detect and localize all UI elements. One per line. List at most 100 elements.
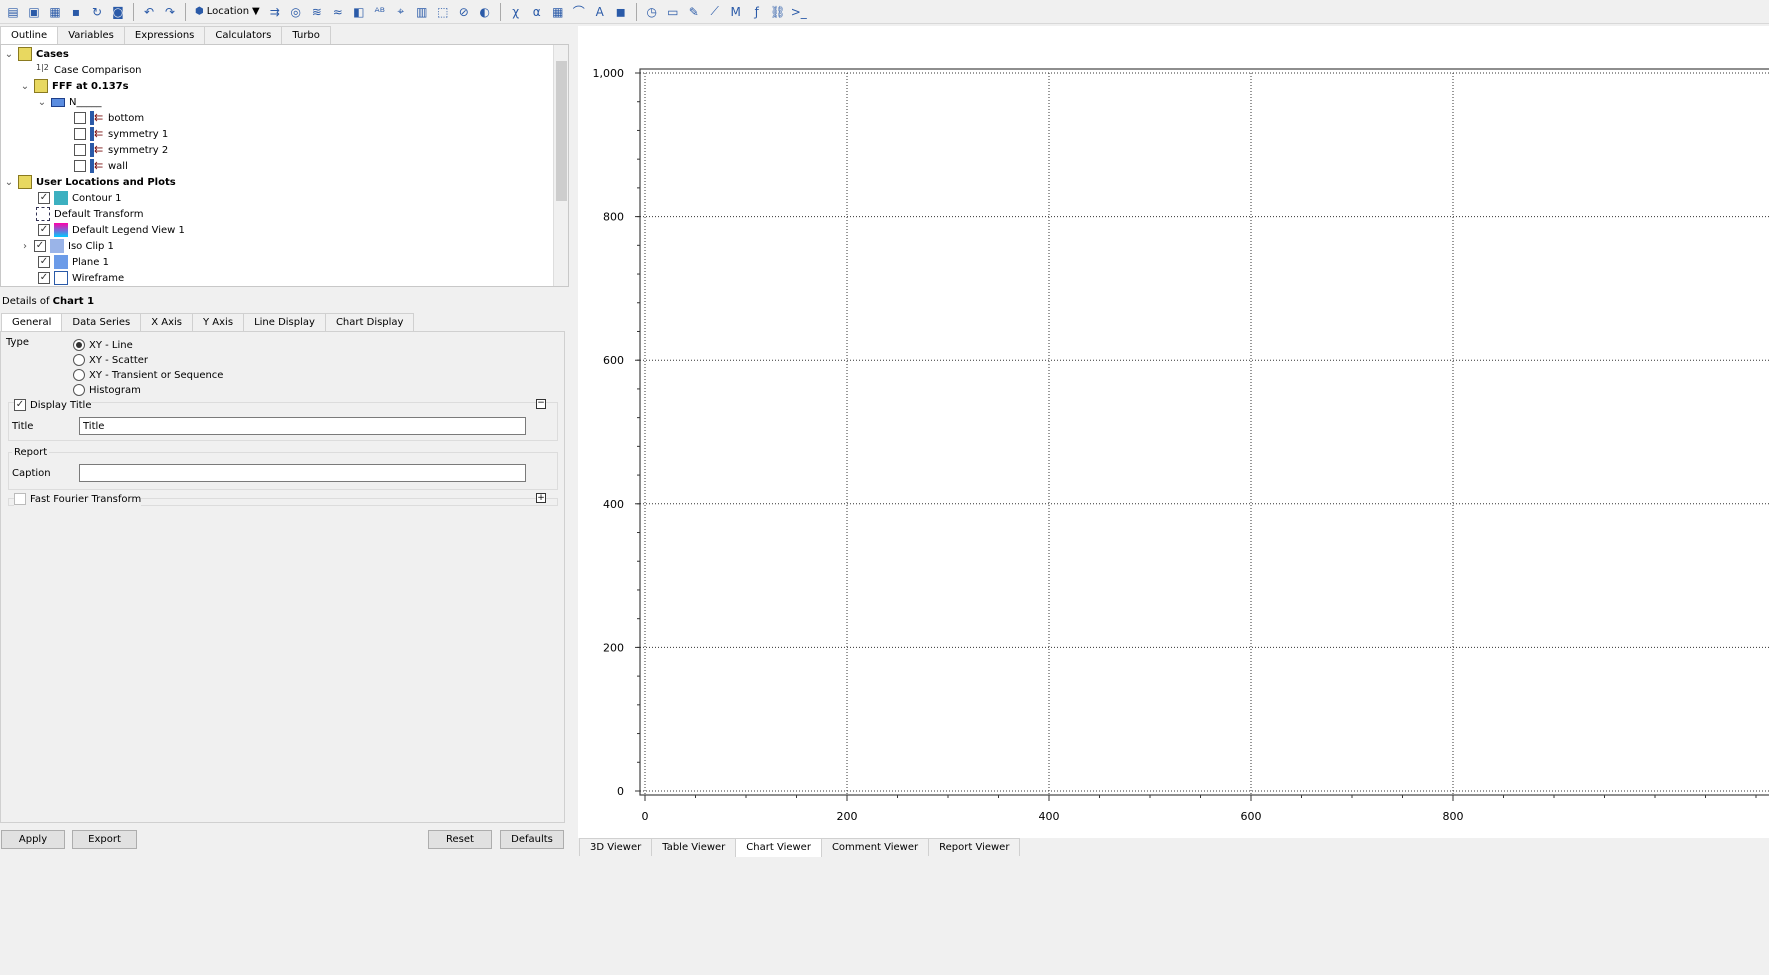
checkbox[interactable]: ✓ bbox=[38, 256, 50, 268]
color-map-icon[interactable]: ◐ bbox=[476, 3, 494, 21]
transform-icon[interactable]: ⬚ bbox=[434, 3, 452, 21]
tree-scrollbar[interactable] bbox=[553, 45, 568, 286]
checkbox[interactable]: ✓ bbox=[38, 272, 50, 284]
new-file-icon[interactable]: ▤ bbox=[4, 3, 22, 21]
radio-button[interactable] bbox=[73, 384, 85, 396]
type-radio[interactable]: XY - Line bbox=[73, 337, 133, 353]
text-icon[interactable]: ᴬᴮ bbox=[371, 3, 389, 21]
isosurface-icon[interactable]: ≈ bbox=[329, 3, 347, 21]
tree-item-legend[interactable]: ✓ Default Legend View 1 bbox=[38, 222, 185, 238]
tab-calculators[interactable]: Calculators bbox=[204, 26, 283, 44]
vector-icon[interactable]: ≋ bbox=[308, 3, 326, 21]
tree-boundary[interactable]: ⇇ symmetry 1 bbox=[74, 126, 168, 142]
tab-turbo[interactable]: Turbo bbox=[281, 26, 331, 44]
streamline-icon[interactable]: ⇉ bbox=[266, 3, 284, 21]
save-icon[interactable]: ▪ bbox=[67, 3, 85, 21]
display-title-toggle[interactable]: ✓ Display Title bbox=[14, 397, 92, 413]
location-dropdown[interactable]: ⬢ Location ▼ bbox=[192, 2, 263, 22]
defaults-button[interactable]: Defaults bbox=[500, 830, 564, 849]
tree-item-contour[interactable]: ✓ Contour 1 bbox=[38, 190, 121, 206]
tab-report-viewer[interactable]: Report Viewer bbox=[928, 838, 1021, 856]
undo-icon[interactable]: ↶ bbox=[140, 3, 158, 21]
radio-button[interactable] bbox=[73, 354, 85, 366]
tree-case-comparison[interactable]: 1|2 Case Comparison bbox=[36, 62, 142, 78]
macro-icon[interactable]: M bbox=[727, 3, 745, 21]
tab-3d-viewer[interactable]: 3D Viewer bbox=[579, 838, 653, 856]
checkbox[interactable] bbox=[74, 160, 86, 172]
caption-input[interactable] bbox=[79, 464, 526, 482]
checkbox[interactable]: ✓ bbox=[34, 240, 46, 252]
reset-button[interactable]: Reset bbox=[428, 830, 492, 849]
quick-editor-icon[interactable]: ✎ bbox=[685, 3, 703, 21]
tree-boundary[interactable]: ⇇ wall bbox=[74, 158, 128, 174]
tab-general[interactable]: General bbox=[1, 313, 63, 332]
animation-icon[interactable]: ▭ bbox=[664, 3, 682, 21]
title-input[interactable] bbox=[79, 417, 526, 435]
refresh-icon[interactable]: ↻ bbox=[88, 3, 106, 21]
legend-icon[interactable]: ▥ bbox=[413, 3, 431, 21]
chart-plot[interactable]: 0 200 400 600 800 1,000 0 200 400 600 800 bbox=[578, 26, 1769, 838]
chevron-down-icon[interactable]: ⌄ bbox=[4, 177, 14, 188]
contour-icon[interactable]: ◎ bbox=[287, 3, 305, 21]
radio-button[interactable] bbox=[73, 339, 85, 351]
chevron-down-icon[interactable]: ⌄ bbox=[20, 81, 30, 92]
chevron-down-icon[interactable]: ⌄ bbox=[4, 49, 14, 60]
screenshot-icon[interactable]: ◙ bbox=[109, 3, 127, 21]
export-button[interactable]: Export bbox=[72, 830, 137, 849]
clip-plane-icon[interactable]: ⊘ bbox=[455, 3, 473, 21]
variable-icon[interactable]: χ bbox=[507, 3, 525, 21]
tab-y-axis[interactable]: Y Axis bbox=[192, 313, 245, 331]
clock-icon[interactable]: ◷ bbox=[643, 3, 661, 21]
checkbox[interactable] bbox=[74, 144, 86, 156]
tab-expressions[interactable]: Expressions bbox=[123, 26, 206, 44]
tree-item-transform[interactable]: Default Transform bbox=[36, 206, 143, 222]
tree-domain[interactable]: ⌄ N_____ bbox=[37, 94, 102, 110]
tab-chart-display[interactable]: Chart Display bbox=[324, 313, 415, 331]
apply-button[interactable]: Apply bbox=[1, 830, 65, 849]
checkbox[interactable]: ✓ bbox=[38, 224, 50, 236]
fft-toggle[interactable]: Fast Fourier Transform bbox=[14, 491, 142, 507]
chevron-right-icon[interactable]: › bbox=[20, 241, 30, 252]
tree-boundary[interactable]: ⇇ bottom bbox=[74, 110, 144, 126]
checkbox[interactable] bbox=[14, 493, 26, 505]
expand-icon[interactable]: + bbox=[536, 493, 546, 503]
checkbox[interactable] bbox=[74, 112, 86, 124]
tab-table-viewer[interactable]: Table Viewer bbox=[651, 838, 737, 856]
tab-variables[interactable]: Variables bbox=[57, 26, 125, 44]
checkbox[interactable]: ✓ bbox=[14, 399, 26, 411]
command-line-icon[interactable]: >_ bbox=[790, 3, 808, 21]
table-icon[interactable]: ▦ bbox=[549, 3, 567, 21]
tree-cases[interactable]: ⌄ Cases bbox=[4, 46, 69, 62]
expression-icon[interactable]: α bbox=[528, 3, 546, 21]
open-file-icon[interactable]: ▣ bbox=[25, 3, 43, 21]
redo-icon[interactable]: ↷ bbox=[161, 3, 179, 21]
checkbox[interactable]: ✓ bbox=[38, 192, 50, 204]
tab-line-display[interactable]: Line Display bbox=[243, 313, 326, 331]
tree-boundary[interactable]: ⇇ symmetry 2 bbox=[74, 142, 168, 158]
figure-icon[interactable]: ◼ bbox=[612, 3, 630, 21]
scroll-thumb[interactable] bbox=[556, 61, 567, 201]
tab-x-axis[interactable]: X Axis bbox=[140, 313, 194, 331]
open-results-icon[interactable]: ▦ bbox=[46, 3, 64, 21]
volume-icon[interactable]: ◧ bbox=[350, 3, 368, 21]
tree-item-plane[interactable]: ✓ Plane 1 bbox=[38, 254, 109, 270]
comment-icon[interactable]: A bbox=[591, 3, 609, 21]
tab-data-series[interactable]: Data Series bbox=[61, 313, 142, 331]
tab-chart-viewer[interactable]: Chart Viewer bbox=[735, 838, 822, 857]
coordinate-frame-icon[interactable]: ⌖ bbox=[392, 3, 410, 21]
type-radio[interactable]: XY - Transient or Sequence bbox=[73, 367, 223, 383]
tab-comment-viewer[interactable]: Comment Viewer bbox=[820, 838, 930, 856]
tree-user-locations[interactable]: ⌄ User Locations and Plots bbox=[4, 174, 176, 190]
tree-fff[interactable]: ⌄ FFF at 0.137s bbox=[20, 78, 129, 94]
tree-item-wireframe[interactable]: ✓ Wireframe bbox=[38, 270, 124, 286]
tree-item-isoclip[interactable]: › ✓ Iso Clip 1 bbox=[20, 238, 114, 254]
function-calculator-icon[interactable]: ƒ bbox=[748, 3, 766, 21]
checkbox[interactable] bbox=[74, 128, 86, 140]
chart-icon[interactable]: ⌒ bbox=[570, 3, 588, 21]
chevron-down-icon[interactable]: ⌄ bbox=[37, 97, 47, 108]
mesh-icon[interactable]: ⛓ bbox=[769, 3, 787, 21]
tab-outline[interactable]: Outline bbox=[0, 26, 59, 45]
collapse-icon[interactable]: − bbox=[536, 399, 546, 409]
radio-button[interactable] bbox=[73, 369, 85, 381]
probe-icon[interactable]: ⟋ bbox=[706, 3, 724, 21]
